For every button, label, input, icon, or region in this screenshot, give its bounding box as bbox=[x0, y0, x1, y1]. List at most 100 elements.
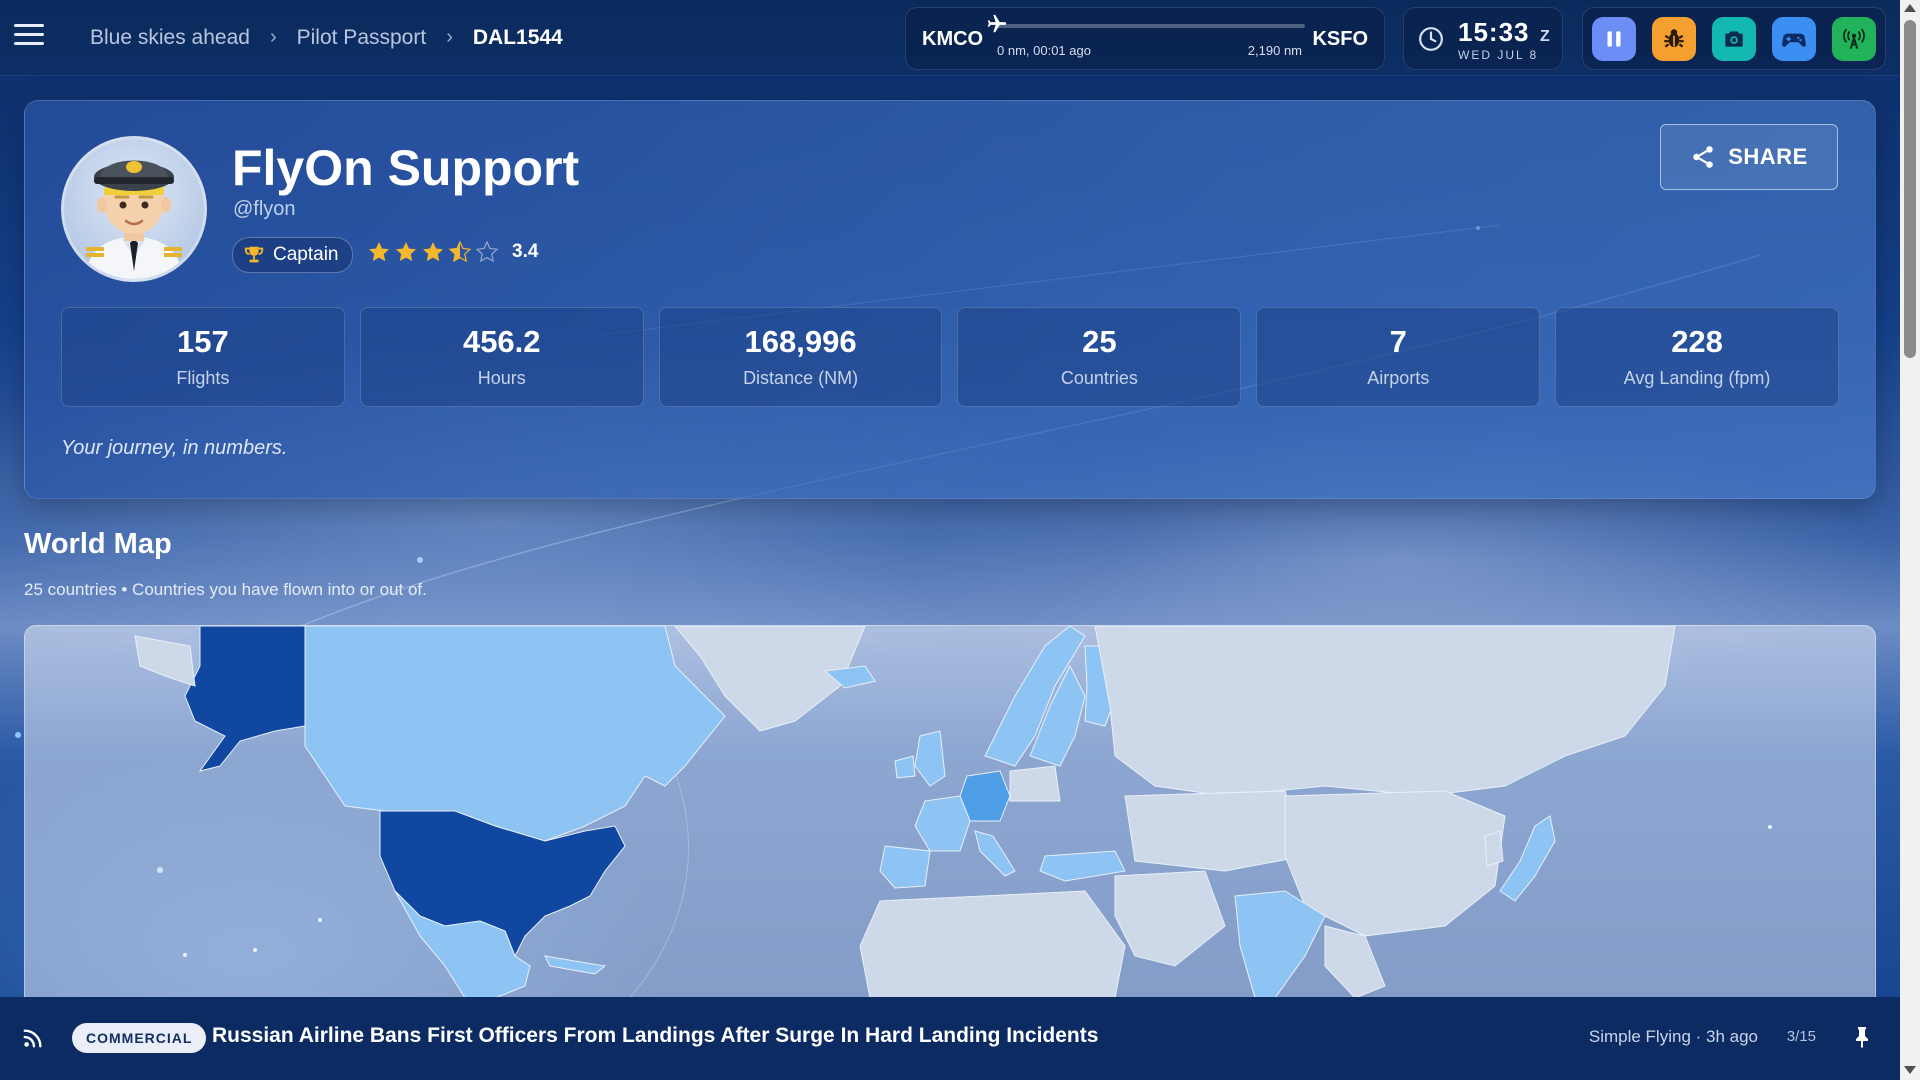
country-middle-east[interactable] bbox=[1114, 870, 1226, 967]
breadcrumb-item-passport[interactable]: Pilot Passport bbox=[297, 26, 427, 50]
top-bar: Blue skies ahead › Pilot Passport › DAL1… bbox=[0, 0, 1900, 75]
country-italy[interactable] bbox=[974, 830, 1016, 877]
stat-hours: 456.2 Hours bbox=[359, 307, 644, 407]
rank-badge: Captain bbox=[232, 237, 353, 273]
screenshot-button[interactable] bbox=[1712, 17, 1756, 61]
pilot-profile-card: FlyOn Support @flyon Captain 3.4 SHARE 1… bbox=[24, 100, 1876, 499]
camera-icon bbox=[1725, 31, 1743, 47]
country-ireland[interactable] bbox=[894, 755, 916, 779]
trophy-icon bbox=[244, 246, 264, 263]
pause-button[interactable] bbox=[1592, 17, 1636, 61]
country-turkey[interactable] bbox=[1039, 850, 1126, 882]
world-map-title: World Map bbox=[24, 528, 172, 560]
world-map-subtitle: 25 countries • Countries you have flown … bbox=[24, 580, 427, 600]
clock-zone: Z bbox=[1540, 28, 1550, 45]
tagline: Your journey, in numbers. bbox=[61, 437, 288, 459]
rss-icon bbox=[23, 1029, 42, 1048]
stats-row: 157 Flights 456.2 Hours 168,996 Distance… bbox=[61, 307, 1839, 407]
stat-distance: 168,996 Distance (NM) bbox=[658, 307, 943, 407]
country-cuba[interactable] bbox=[544, 955, 607, 975]
stat-label: Hours bbox=[477, 368, 526, 388]
origin-airport: KMCO bbox=[922, 28, 984, 50]
chevron-right-icon: › bbox=[446, 26, 453, 48]
destination-airport: KSFO bbox=[1312, 28, 1368, 50]
flight-progress-track bbox=[997, 24, 1305, 28]
bug-report-button[interactable] bbox=[1652, 17, 1696, 61]
flight-remaining-label: 2,190 nm bbox=[1247, 43, 1302, 58]
avatar bbox=[61, 136, 207, 282]
country-france[interactable] bbox=[914, 795, 971, 852]
scrollbar[interactable] bbox=[1900, 0, 1920, 1080]
star-filled-icon bbox=[396, 242, 416, 262]
country-korea[interactable] bbox=[1484, 830, 1504, 867]
news-category-badge: COMMERCIAL bbox=[72, 1023, 207, 1053]
stat-value: 456.2 bbox=[462, 324, 541, 359]
breadcrumb: Blue skies ahead › Pilot Passport › DAL1… bbox=[90, 0, 563, 75]
menu-icon[interactable] bbox=[14, 24, 44, 50]
controller-button[interactable] bbox=[1772, 17, 1816, 61]
country-southeast-asia[interactable] bbox=[1324, 925, 1386, 998]
stat-value: 228 bbox=[1671, 324, 1723, 359]
country-alaska[interactable] bbox=[184, 626, 306, 772]
share-label: SHARE bbox=[1728, 144, 1808, 169]
star-filled-icon bbox=[369, 242, 389, 262]
news-source: Simple Flying · 3h ago bbox=[1588, 1027, 1758, 1046]
news-headline[interactable]: Russian Airline Bans First Officers From… bbox=[212, 1024, 1098, 1048]
country-india[interactable] bbox=[1234, 890, 1326, 998]
world-map[interactable] bbox=[24, 625, 1876, 999]
country-poland[interactable] bbox=[1009, 765, 1061, 802]
stat-label: Flights bbox=[176, 368, 230, 388]
country-japan[interactable] bbox=[1499, 815, 1556, 902]
gamepad-icon bbox=[1782, 33, 1806, 47]
country-uk[interactable] bbox=[914, 730, 946, 787]
country-count: 25 countries bbox=[24, 580, 117, 599]
airplane-icon bbox=[987, 14, 1007, 33]
pause-icon bbox=[1607, 31, 1621, 47]
stat-label: Countries bbox=[1060, 368, 1138, 388]
breadcrumb-item-home[interactable]: Blue skies ahead bbox=[90, 26, 250, 50]
broadcast-button[interactable] bbox=[1832, 17, 1876, 61]
breadcrumb-item-flight: DAL1544 bbox=[472, 25, 563, 49]
news-ticker: COMMERCIAL Russian Airline Bans First Of… bbox=[0, 997, 1900, 1080]
clock-icon bbox=[1419, 27, 1443, 51]
star-filled-icon bbox=[423, 242, 443, 262]
share-button[interactable]: SHARE bbox=[1660, 124, 1838, 190]
scroll-down-arrow-icon[interactable] bbox=[1904, 1066, 1916, 1074]
stat-value: 157 bbox=[177, 324, 229, 359]
chevron-right-icon: › bbox=[269, 26, 277, 48]
country-central-asia[interactable] bbox=[1124, 790, 1306, 872]
stat-label: Airports bbox=[1367, 368, 1430, 388]
pilot-rating: 3.4 bbox=[367, 240, 538, 264]
pilot-avatar-icon bbox=[84, 160, 184, 279]
star-half-icon bbox=[448, 240, 472, 263]
country-africa-north[interactable] bbox=[859, 890, 1126, 998]
pin-icon[interactable] bbox=[1850, 1024, 1874, 1050]
stat-value: 7 bbox=[1389, 324, 1407, 359]
utc-clock: 15:33 Z WED JUL 8 bbox=[1403, 7, 1563, 70]
country-spain[interactable] bbox=[879, 845, 931, 889]
flight-progress-panel[interactable]: KMCO 0 nm, 00:01 ago 2,190 nm KSFO bbox=[905, 7, 1385, 70]
stat-avg-landing: 228 Avg Landing (fpm) bbox=[1555, 307, 1839, 407]
clock-time: 15:33 bbox=[1458, 17, 1530, 47]
country-russia[interactable] bbox=[1094, 626, 1676, 797]
scrollbar-thumb[interactable] bbox=[1904, 20, 1916, 358]
clock-date: WED JUL 8 bbox=[1458, 48, 1539, 62]
broadcast-icon bbox=[1843, 28, 1865, 50]
bug-icon bbox=[1664, 29, 1684, 48]
rating-value: 3.4 bbox=[512, 241, 539, 262]
pilot-handle: @flyon bbox=[233, 198, 296, 220]
flight-progress-label: 0 nm, 00:01 ago bbox=[997, 43, 1091, 58]
news-counter: 3/15 bbox=[1786, 1028, 1816, 1045]
pilot-name: FlyOn Support bbox=[232, 140, 580, 196]
stat-countries: 25 Countries bbox=[957, 307, 1242, 407]
world-map-description: Countries you have flown into or out of. bbox=[132, 580, 427, 599]
separator-dot: • bbox=[121, 580, 133, 599]
stat-value: 168,996 bbox=[744, 324, 857, 359]
stat-label: Avg Landing (fpm) bbox=[1623, 368, 1771, 388]
stat-airports: 7 Airports bbox=[1256, 307, 1541, 407]
country-russia-east[interactable] bbox=[134, 635, 196, 687]
stat-value: 25 bbox=[1082, 324, 1117, 359]
scroll-up-arrow-icon[interactable] bbox=[1904, 4, 1916, 12]
country-canada[interactable] bbox=[304, 626, 726, 842]
toolbar bbox=[1582, 7, 1886, 70]
